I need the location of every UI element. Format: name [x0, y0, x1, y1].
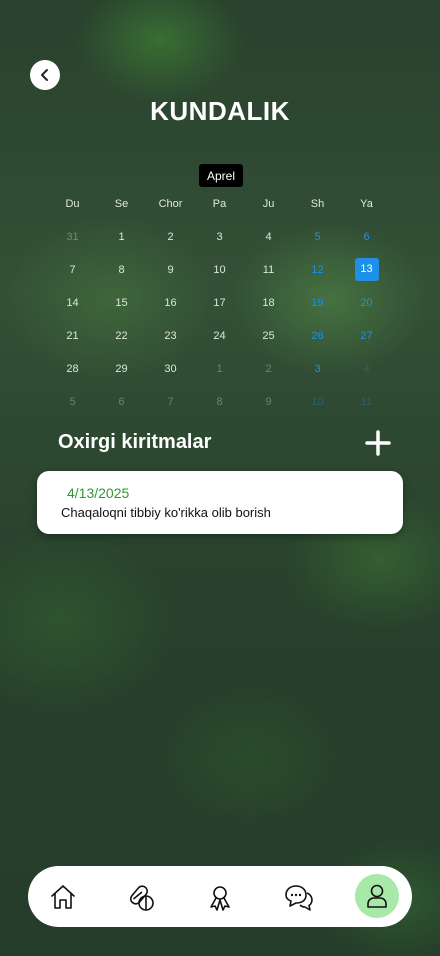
- calendar-day[interactable]: 22: [97, 330, 146, 342]
- calendar-day[interactable]: 4: [342, 363, 391, 375]
- calendar-day[interactable]: 3: [195, 231, 244, 243]
- nav-medicine[interactable]: [122, 878, 160, 916]
- page-title: KUNDALIK: [150, 96, 290, 126]
- calendar-day[interactable]: 18: [244, 297, 293, 309]
- calendar-day[interactable]: 1: [195, 363, 244, 375]
- weekday-label: Ju: [262, 197, 275, 210]
- calendar-week: 14 15 16 17 18 19 20: [48, 286, 392, 319]
- nav-profile[interactable]: [355, 874, 399, 918]
- calendar-day[interactable]: 23: [146, 330, 195, 342]
- calendar-day[interactable]: 15: [97, 297, 146, 309]
- calendar-day[interactable]: 5: [48, 396, 97, 408]
- calendar-day[interactable]: 24: [195, 330, 244, 342]
- calendar-day[interactable]: 6: [97, 396, 146, 408]
- calendar-day[interactable]: 6: [342, 231, 391, 243]
- nav-achievements[interactable]: [201, 878, 239, 916]
- calendar-day[interactable]: 19: [293, 297, 342, 309]
- calendar-day[interactable]: 8: [195, 396, 244, 408]
- calendar-day[interactable]: 21: [48, 330, 97, 342]
- calendar-day[interactable]: 5: [293, 231, 342, 243]
- calendar-day[interactable]: 8: [97, 264, 146, 276]
- calendar-day[interactable]: 3: [293, 363, 342, 375]
- calendar-day[interactable]: 12: [293, 264, 342, 276]
- chevron-left-icon: [41, 69, 48, 81]
- calendar-day[interactable]: 28: [48, 363, 97, 375]
- weekday-label: Sh: [310, 197, 325, 210]
- calendar-day[interactable]: 20: [342, 297, 391, 309]
- calendar-day[interactable]: 9: [146, 264, 195, 276]
- nav-chat[interactable]: [280, 878, 318, 916]
- home-icon: [51, 885, 75, 909]
- calendar-day[interactable]: 26: [293, 330, 342, 342]
- calendar-week: 21 22 23 24 25 26 27: [48, 319, 392, 352]
- calendar-day[interactable]: 17: [195, 297, 244, 309]
- weekday-label: Du: [65, 197, 80, 210]
- calendar-day[interactable]: 7: [48, 264, 97, 276]
- calendar-grid: Du Se Chor Pa Ju Sh Ya 31 1 2 3 4 5 6 7 …: [48, 195, 392, 418]
- calendar-day[interactable]: 14: [48, 297, 97, 309]
- user-icon: [367, 884, 387, 908]
- plus-icon: [365, 430, 391, 456]
- calendar-week: 31 1 2 3 4 5 6: [48, 220, 392, 253]
- calendar-day[interactable]: 16: [146, 297, 195, 309]
- weekday-header: Du Se Chor Pa Ju Sh Ya: [48, 195, 392, 212]
- weekday-label: Ya: [360, 197, 373, 210]
- bottom-nav: [28, 866, 412, 927]
- add-entry-button[interactable]: [364, 429, 392, 457]
- calendar-day[interactable]: 31: [48, 231, 97, 243]
- entry-text: Chaqaloqni tibbiy ko'rikka olib borish: [61, 505, 271, 520]
- award-icon: [210, 886, 230, 911]
- back-button[interactable]: [30, 60, 60, 90]
- calendar-day[interactable]: 29: [97, 363, 146, 375]
- month-label[interactable]: Aprel: [199, 164, 244, 187]
- calendar-week: 5 6 7 8 9 10 11: [48, 385, 392, 418]
- weekday-label: Chor: [158, 197, 183, 210]
- calendar-day-today[interactable]: 13: [342, 258, 391, 281]
- calendar-day[interactable]: 1: [97, 231, 146, 243]
- calendar-day[interactable]: 10: [293, 396, 342, 408]
- calendar-day[interactable]: 11: [342, 396, 391, 408]
- pills-icon: [129, 885, 154, 911]
- weekday-label: Pa: [212, 197, 227, 210]
- calendar-week: 28 29 30 1 2 3 4: [48, 352, 392, 385]
- calendar-day[interactable]: 2: [244, 363, 293, 375]
- calendar-day[interactable]: 9: [244, 396, 293, 408]
- calendar-day[interactable]: 7: [146, 396, 195, 408]
- today-marker: 13: [354, 258, 379, 281]
- calendar-day[interactable]: 4: [244, 231, 293, 243]
- entry-card[interactable]: 4/13/2025 Chaqaloqni tibbiy ko'rikka oli…: [37, 471, 403, 534]
- weekday-label: Se: [114, 197, 129, 210]
- calendar-day[interactable]: 25: [244, 330, 293, 342]
- calendar-week: 7 8 9 10 11 12 13: [48, 253, 392, 286]
- calendar-day[interactable]: 30: [146, 363, 195, 375]
- chat-icon: [285, 885, 313, 911]
- calendar-day[interactable]: 10: [195, 264, 244, 276]
- section-title: Oxirgi kiritmalar: [58, 431, 212, 453]
- nav-home[interactable]: [44, 878, 82, 916]
- calendar-day[interactable]: 27: [342, 330, 391, 342]
- entry-date: 4/13/2025: [67, 485, 130, 501]
- calendar-day[interactable]: 2: [146, 231, 195, 243]
- calendar-day[interactable]: 11: [244, 264, 293, 276]
